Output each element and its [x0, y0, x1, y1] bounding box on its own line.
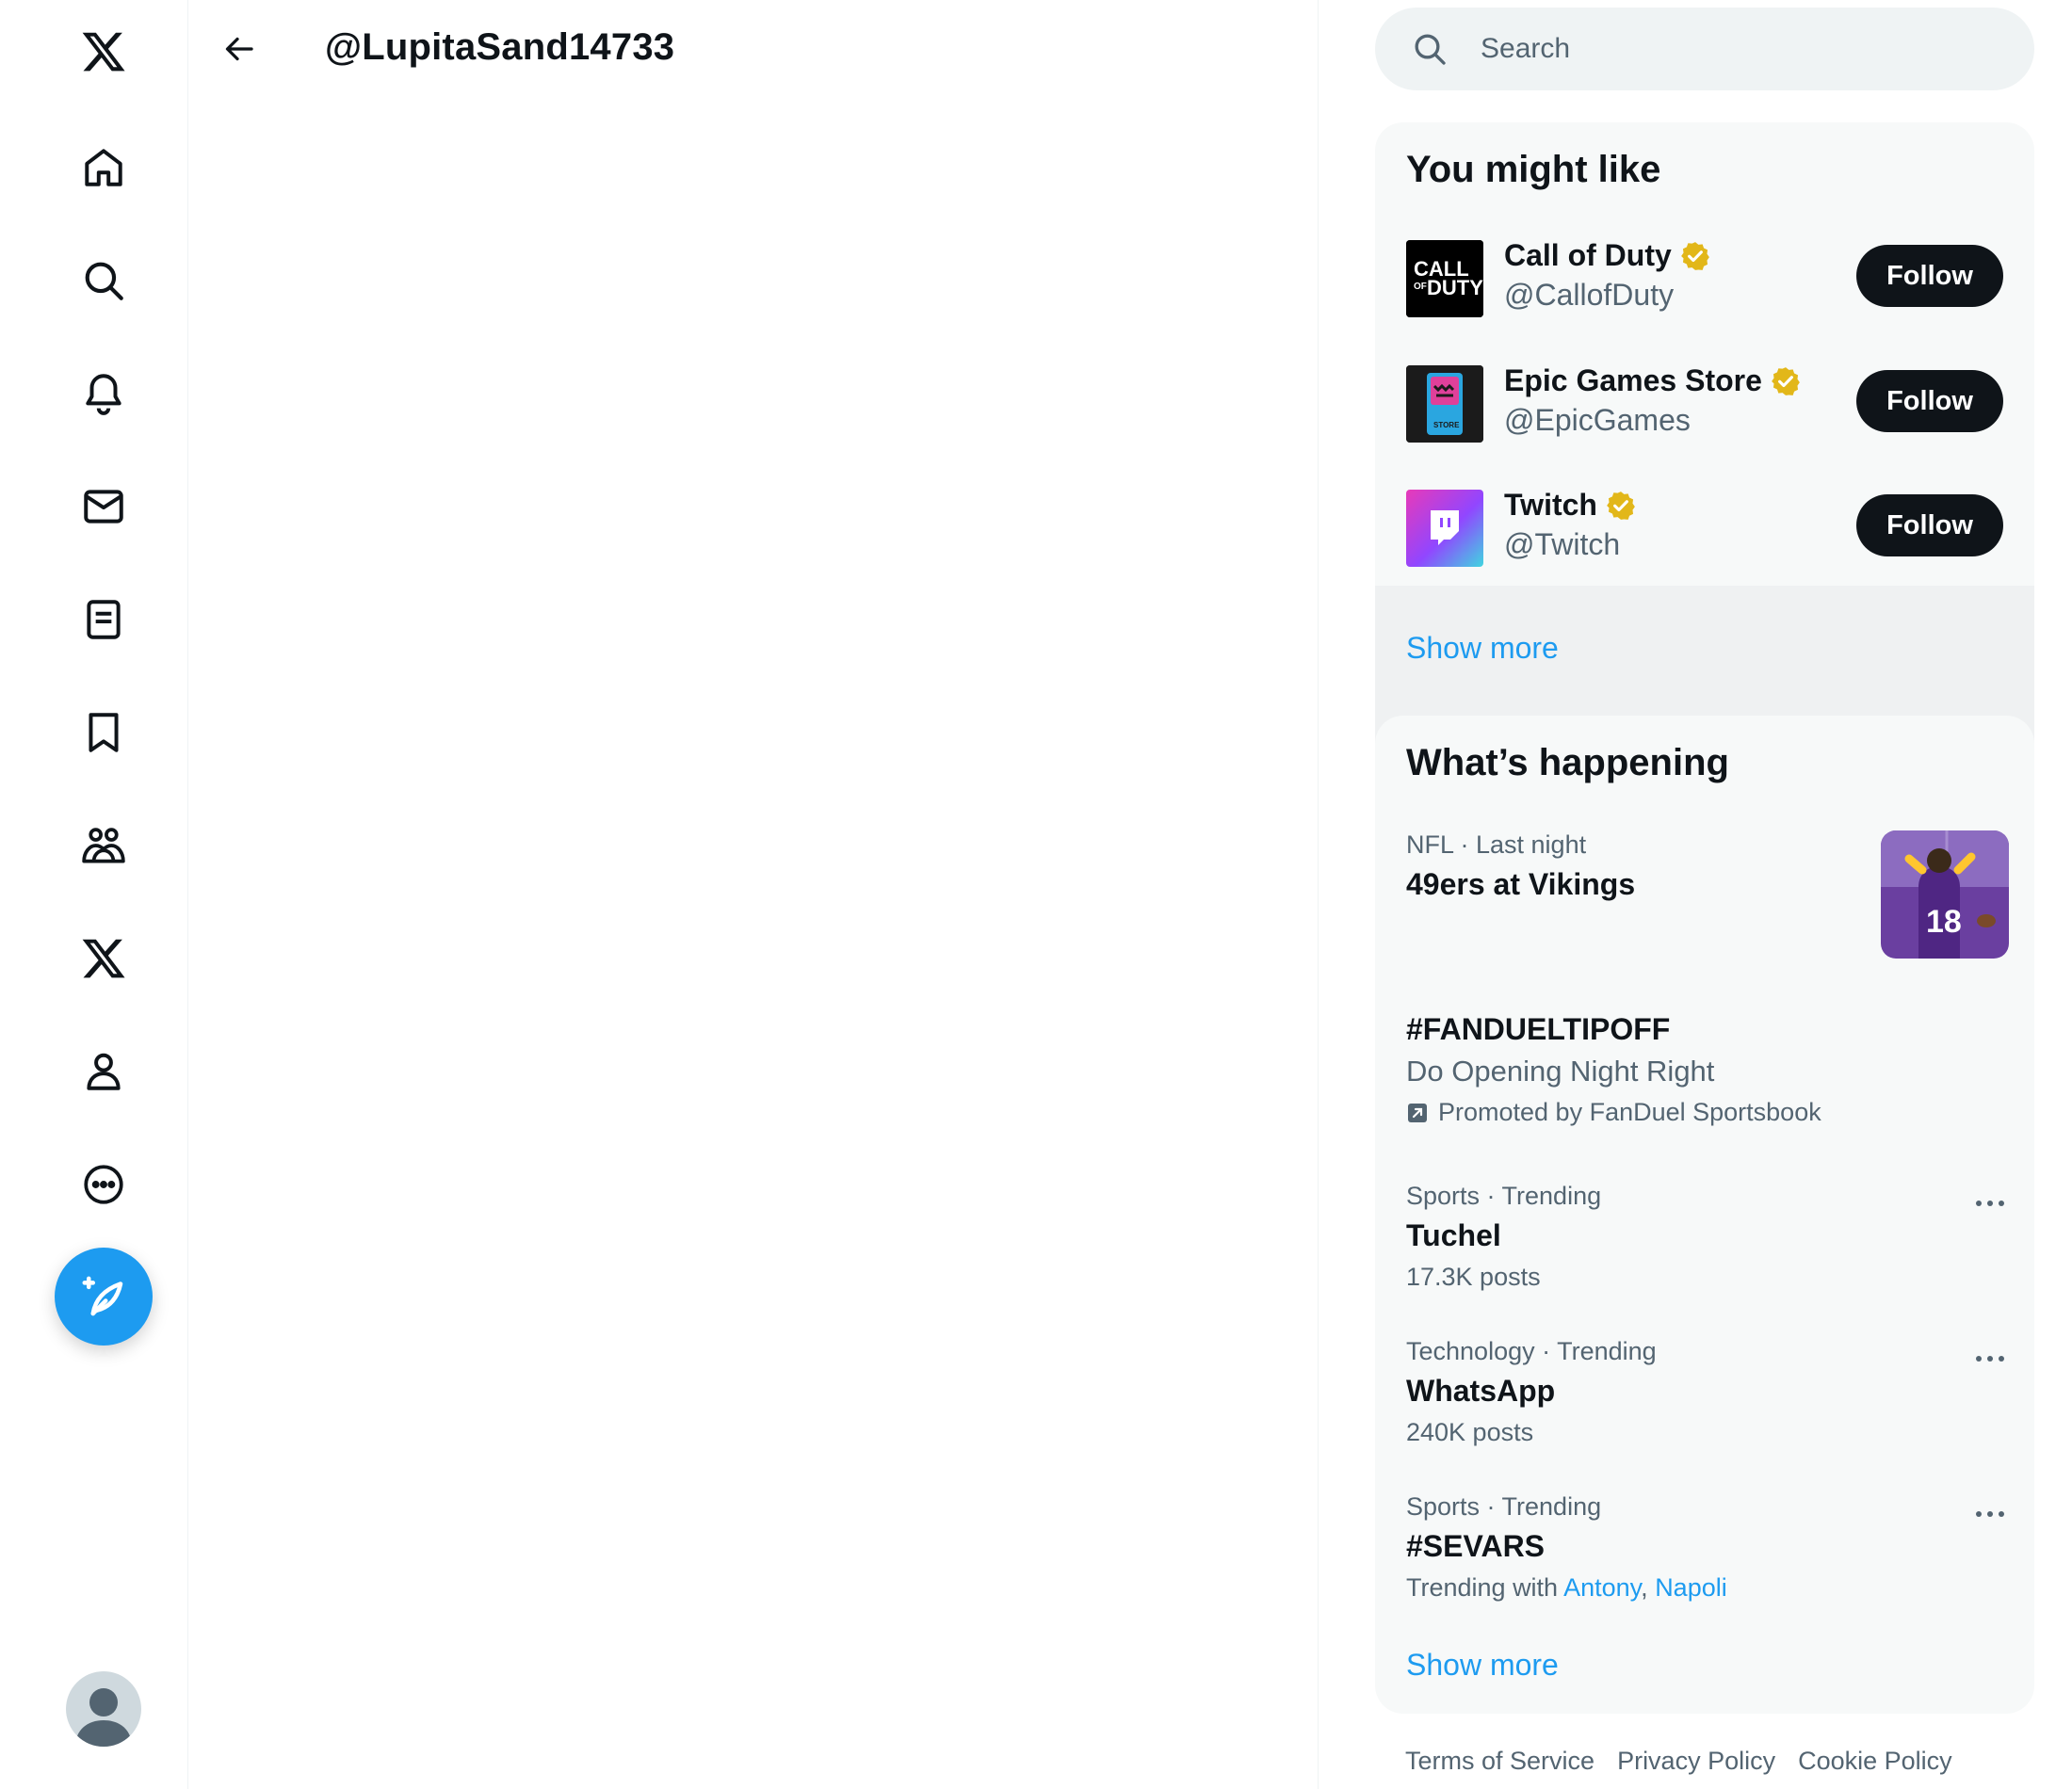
account-name-text: Twitch	[1504, 488, 1597, 522]
verified-badge-icon	[1607, 491, 1635, 520]
communities-icon[interactable]	[71, 813, 137, 878]
notifications-bell-icon[interactable]	[71, 361, 137, 427]
trend-more-button[interactable]	[1971, 1500, 2009, 1528]
back-button[interactable]	[212, 21, 268, 77]
follow-suggestion[interactable]: STORE Epic Games Store @EpicGames Follow	[1375, 347, 2034, 469]
search-icon	[1415, 34, 1446, 65]
trend-item[interactable]: Technology · Trending WhatsApp 240K post…	[1406, 1337, 2009, 1447]
who-to-follow-panel: You might like CALL OF DUTY Call of Duty…	[1375, 122, 2034, 805]
more-circle-icon[interactable]	[71, 1152, 137, 1217]
privacy-link[interactable]: Privacy Policy	[1617, 1747, 1775, 1776]
page-title: @LupitaSand14733	[325, 26, 675, 68]
lists-icon[interactable]	[71, 587, 137, 653]
trend-subtitle: Do Opening Night Right	[1406, 1055, 1715, 1088]
promoted-text: Promoted by FanDuel Sportsbook	[1438, 1098, 1821, 1126]
trending-with-label: Trending with	[1406, 1573, 1559, 1602]
verified-badge-icon	[1680, 241, 1709, 270]
related-topic-link[interactable]: Napoli	[1655, 1573, 1727, 1602]
follow-button[interactable]: Follow	[1856, 245, 2003, 307]
twitch-avatar	[1406, 490, 1483, 567]
main-column: @LupitaSand14733	[188, 0, 1319, 1789]
trend-title: #FANDUELTIPOFF	[1406, 1012, 1671, 1046]
terms-link[interactable]: Terms of Service	[1405, 1747, 1594, 1776]
trend-title: Tuchel	[1406, 1218, 1501, 1252]
follow-suggestion[interactable]: CALL OF DUTY Call of Duty @CallofDuty Fo…	[1375, 221, 2034, 344]
left-navigation	[0, 0, 188, 1789]
related-topic-link[interactable]: Antony	[1563, 1573, 1641, 1602]
more-dots-icon	[1976, 1201, 2004, 1206]
account-name[interactable]: Twitch	[1504, 488, 1637, 523]
account-name-text: Call of Duty	[1504, 238, 1672, 272]
trend-meta: Sports · Trending	[1406, 1182, 1602, 1210]
trend-item[interactable]: Sports · Trending Tuchel 17.3K posts	[1406, 1182, 2009, 1292]
jersey-number: 18	[1926, 904, 1962, 940]
panel-title: What’s happening	[1406, 742, 1729, 783]
explore-search-icon[interactable]	[71, 248, 137, 314]
compose-feather-icon	[82, 1276, 123, 1316]
promoted-icon	[1408, 1103, 1427, 1122]
show-more-link[interactable]: Show more	[1406, 631, 1559, 666]
panel-title: You might like	[1406, 149, 1661, 190]
premium-x-icon[interactable]	[71, 926, 137, 991]
epicgames-avatar: STORE	[1406, 365, 1483, 443]
bookmarks-icon[interactable]	[71, 700, 137, 766]
more-dots-icon	[1976, 1511, 2004, 1517]
trend-item[interactable]: Sports · Trending #SEVARS Trending with …	[1406, 1492, 2009, 1603]
account-name[interactable]: Call of Duty	[1504, 238, 1711, 273]
trend-meta: Sports · Trending	[1406, 1492, 1602, 1521]
show-more-link[interactable]: Show more	[1406, 1648, 1559, 1683]
trend-more-button[interactable]	[1971, 1345, 2009, 1373]
account-avatar[interactable]	[66, 1671, 141, 1747]
trend-post-count: 240K posts	[1406, 1418, 1534, 1446]
trend-title: #SEVARS	[1406, 1529, 1546, 1563]
messages-envelope-icon[interactable]	[71, 474, 137, 540]
verified-badge-icon	[1772, 366, 1800, 395]
footer-links: Terms of Service Privacy Policy Cookie P…	[1405, 1747, 1952, 1776]
trend-post-count: 17.3K posts	[1406, 1263, 1541, 1291]
account-handle: @EpicGames	[1504, 403, 1691, 437]
x-logo-icon[interactable]	[71, 19, 137, 85]
search-bar[interactable]	[1375, 8, 2034, 90]
whats-happening-panel: What’s happening NFL · Last night 49ers …	[1375, 716, 2034, 1714]
trend-meta: Technology · Trending	[1406, 1337, 1657, 1365]
default-avatar-icon	[75, 1688, 132, 1747]
logo-text: OF	[1414, 282, 1427, 292]
home-icon[interactable]	[71, 135, 137, 201]
trending-with: Trending with Antony, Napoli	[1406, 1573, 2009, 1603]
follow-suggestion[interactable]: Twitch @Twitch Follow	[1375, 471, 2034, 593]
account-handle: @CallofDuty	[1504, 278, 1675, 312]
callofduty-avatar: CALL OF DUTY	[1406, 240, 1483, 317]
account-name[interactable]: Epic Games Store	[1504, 363, 1802, 398]
trend-title: WhatsApp	[1406, 1374, 1556, 1408]
logo-text: STORE	[1433, 421, 1460, 429]
search-input[interactable]	[1481, 24, 2008, 73]
cookie-link[interactable]: Cookie Policy	[1798, 1747, 1952, 1776]
profile-icon[interactable]	[71, 1039, 137, 1104]
more-dots-icon	[1976, 1356, 2004, 1362]
follow-button[interactable]: Follow	[1856, 494, 2003, 556]
separator: ,	[1641, 1573, 1648, 1602]
compose-post-button[interactable]	[55, 1248, 153, 1346]
trend-thumbnail[interactable]: 18	[1881, 830, 2009, 959]
account-handle: @Twitch	[1504, 527, 1621, 561]
trend-more-button[interactable]	[1971, 1189, 2009, 1217]
promoted-label: Promoted by FanDuel Sportsbook	[1406, 1098, 2009, 1127]
follow-button[interactable]: Follow	[1856, 370, 2003, 432]
back-arrow-icon	[225, 37, 253, 61]
logo-text: DUTY	[1427, 276, 1483, 299]
account-name-text: Epic Games Store	[1504, 363, 1762, 397]
trend-item-promoted[interactable]: #FANDUELTIPOFF Do Opening Night Right Pr…	[1406, 1012, 2009, 1127]
